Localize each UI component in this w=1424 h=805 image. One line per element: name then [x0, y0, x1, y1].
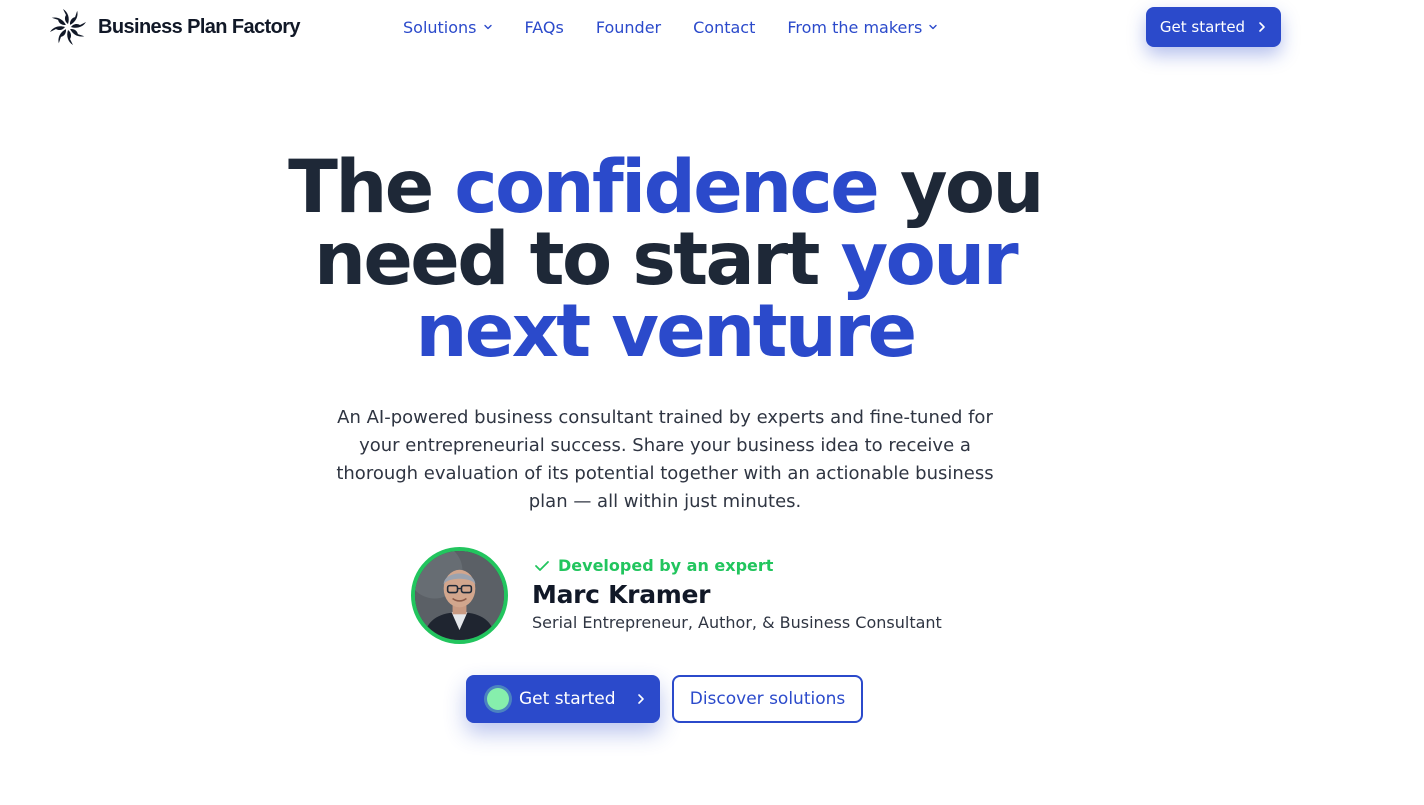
nav-founder[interactable]: Founder — [596, 18, 661, 37]
nav-solutions-label: Solutions — [403, 17, 477, 37]
header-get-started-button[interactable]: Get started — [1146, 7, 1281, 47]
expert-badge: Developed by an expert — [534, 556, 773, 575]
avatar — [411, 547, 508, 644]
chevron-right-icon — [637, 694, 644, 704]
person-portrait-icon — [415, 551, 504, 640]
pinwheel-logo-icon — [50, 9, 86, 45]
nav-contact-label: Contact — [693, 17, 756, 37]
nav-faqs[interactable]: FAQs — [525, 18, 564, 37]
expert-card: Developed by an expert Marc Kramer Seria… — [411, 547, 971, 647]
nav-contact[interactable]: Contact — [693, 18, 755, 37]
expert-role: Serial Entrepreneur, Author, & Business … — [532, 613, 942, 632]
chevron-right-icon — [1259, 22, 1265, 32]
hero-subtitle: An AI-powered business consultant traine… — [336, 407, 994, 512]
header-get-started-label: Get started — [1159, 18, 1246, 36]
hero-title: The confidence you need to start your ne… — [250, 151, 1080, 368]
checkmark-icon — [535, 560, 549, 571]
discover-solutions-label: Discover solutions — [689, 689, 846, 709]
discover-solutions-button[interactable]: Discover solutions — [672, 675, 863, 723]
brand-logo-link[interactable]: Business Plan Factory — [48, 6, 301, 48]
nav-from-the-makers-label: From the makers — [787, 17, 923, 37]
nav-from-the-makers[interactable]: From the makers — [787, 18, 938, 37]
chevron-down-icon — [483, 24, 492, 30]
main-nav: Solutions FAQs Founder Contact From the … — [403, 15, 938, 39]
expert-name: Marc Kramer — [532, 580, 711, 609]
chevron-down-icon — [929, 24, 937, 30]
get-started-button[interactable]: Get started — [466, 675, 660, 723]
nav-founder-label: Founder — [595, 17, 662, 37]
site-header: Business Plan Factory Solutions FAQs Fou… — [0, 0, 1424, 54]
nav-faqs-label: FAQs — [524, 17, 564, 37]
status-dot-icon — [487, 688, 509, 710]
brand-name: Business Plan Factory — [98, 15, 301, 38]
expert-badge-label: Developed by an expert — [558, 556, 774, 575]
nav-solutions[interactable]: Solutions — [403, 18, 493, 37]
get-started-label: Get started — [519, 689, 616, 709]
